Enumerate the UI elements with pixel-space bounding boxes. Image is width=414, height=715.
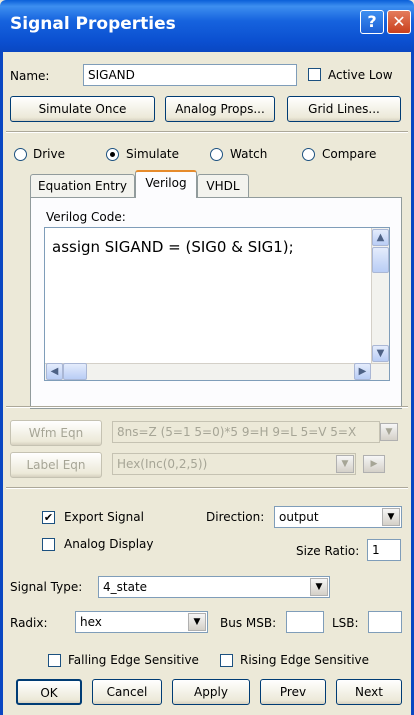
separator (6, 406, 408, 408)
radio-compare[interactable] (302, 148, 315, 161)
active-low-label: Active Low (328, 68, 393, 82)
wfm-eqn-button[interactable]: Wfm Eqn (10, 420, 102, 446)
radio-watch-label: Watch (230, 147, 268, 161)
bus-msb-label: Bus MSB: (220, 616, 277, 630)
size-ratio-input[interactable]: 1 (367, 539, 401, 561)
wfm-eqn-input[interactable]: 8ns=Z (5=1 5=0)*5 9=H 9=L 5=V 5=X (112, 421, 380, 443)
name-input[interactable]: SIGAND (83, 64, 297, 86)
signal-type-label: Signal Type: (10, 580, 83, 594)
signal-type-select[interactable]: 4_state (98, 576, 330, 598)
export-signal-checkbox[interactable]: ✔ (42, 511, 55, 524)
radio-compare-label: Compare (322, 147, 377, 161)
active-low-checkbox[interactable] (308, 68, 321, 81)
verilog-code-label: Verilog Code: (46, 210, 126, 224)
scroll-thumb[interactable] (372, 247, 389, 273)
lsb-input[interactable] (368, 611, 402, 633)
export-signal-label: Export Signal (64, 510, 144, 524)
rising-edge-checkbox[interactable] (220, 654, 233, 667)
scroll-left-icon[interactable]: ◀ (46, 363, 63, 380)
tab-equation-entry[interactable]: Equation Entry (30, 174, 135, 198)
direction-dropdown-icon[interactable]: ▼ (382, 508, 400, 526)
name-label: Name: (10, 69, 50, 83)
separator (6, 487, 408, 489)
radio-drive[interactable] (14, 148, 27, 161)
scroll-up-icon[interactable]: ▲ (372, 229, 389, 246)
radio-simulate-label: Simulate (126, 147, 180, 161)
horizontal-scrollbar[interactable] (45, 363, 389, 380)
bus-msb-input[interactable] (286, 611, 324, 633)
scroll-h-thumb[interactable] (63, 363, 87, 380)
simulate-once-button[interactable]: Simulate Once (10, 96, 155, 122)
radio-drive-label: Drive (33, 147, 65, 161)
verilog-code-text: assign SIGAND = (SIG0 & SIG1); (52, 238, 294, 256)
wfm-dropdown-icon[interactable]: ▼ (380, 423, 398, 441)
analog-display-label: Analog Display (64, 537, 154, 551)
rising-edge-label: Rising Edge Sensitive (240, 653, 370, 667)
falling-edge-checkbox[interactable] (48, 654, 61, 667)
grid-lines-button[interactable]: Grid Lines... (287, 96, 401, 122)
apply-button[interactable]: Apply (172, 679, 250, 705)
window-title: Signal Properties (10, 14, 176, 34)
tab-vhdl[interactable]: VHDL (197, 174, 249, 198)
radio-simulate[interactable] (106, 148, 119, 161)
analog-display-checkbox[interactable] (42, 538, 55, 551)
radix-label: Radix: (10, 616, 48, 630)
close-button[interactable]: ✕ (387, 10, 411, 34)
label-eqn-dropdown-icon[interactable]: ▼ (336, 455, 354, 473)
analog-props-button[interactable]: Analog Props... (165, 96, 275, 122)
label-eqn-play-icon[interactable]: ▶ (363, 455, 385, 473)
next-button[interactable]: Next (336, 679, 402, 705)
radix-dropdown-icon[interactable]: ▼ (188, 613, 206, 631)
ok-button[interactable]: OK (16, 679, 82, 705)
direction-label: Direction: (206, 510, 265, 524)
size-ratio-label: Size Ratio: (296, 544, 360, 558)
falling-edge-label: Falling Edge Sensitive (68, 653, 199, 667)
signal-type-dropdown-icon[interactable]: ▼ (310, 578, 328, 596)
cancel-button[interactable]: Cancel (92, 679, 162, 705)
radio-watch[interactable] (210, 148, 223, 161)
separator (6, 131, 408, 133)
scroll-right-icon[interactable]: ▶ (354, 363, 371, 380)
label-eqn-button[interactable]: Label Eqn (10, 452, 102, 478)
scroll-down-icon[interactable]: ▼ (372, 345, 389, 362)
help-button[interactable]: ? (360, 10, 384, 34)
tab-verilog[interactable]: Verilog (135, 170, 197, 198)
prev-button[interactable]: Prev (260, 679, 326, 705)
label-eqn-input[interactable]: Hex(Inc(0,2,5)) (112, 453, 356, 475)
radio-selected-dot (110, 152, 115, 157)
lsb-label: LSB: (332, 616, 359, 630)
